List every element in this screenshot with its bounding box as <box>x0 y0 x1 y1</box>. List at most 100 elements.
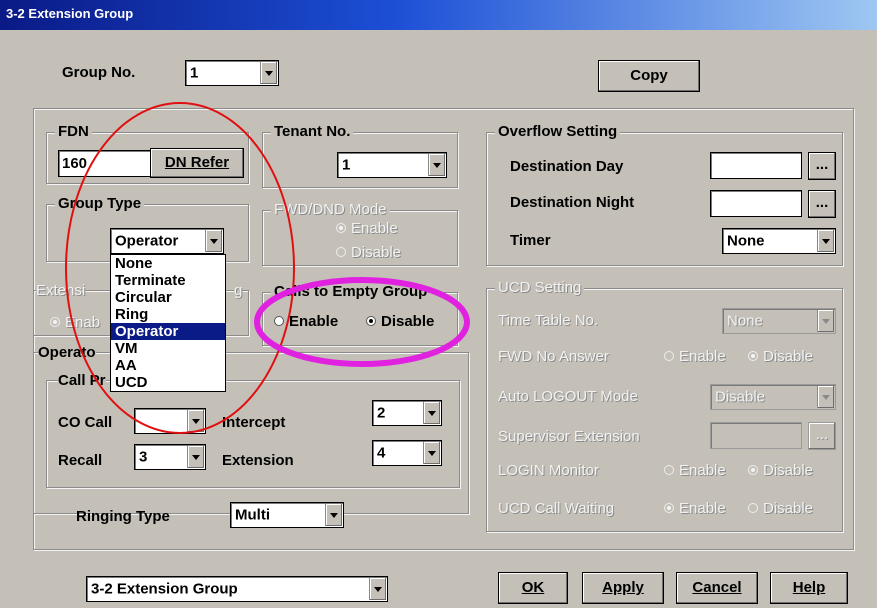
extension-value: 4 <box>377 444 386 462</box>
dest-day-input[interactable] <box>710 152 802 179</box>
chevron-down-icon[interactable] <box>369 578 386 600</box>
group-type-option[interactable]: UCD <box>111 374 225 391</box>
radio-icon <box>274 316 284 326</box>
copy-button-label: Copy <box>630 67 668 84</box>
timer-select[interactable]: None <box>722 228 836 254</box>
fwd-dnd-enable-radio[interactable]: Enable <box>336 220 398 237</box>
call-priority-legend: Call Pr <box>58 372 106 389</box>
fwd-dnd-enable-label: Enable <box>351 220 398 237</box>
supervisor-input[interactable] <box>710 422 802 449</box>
apply-button[interactable]: Apply <box>582 572 664 604</box>
dn-refer-label: DN Refer <box>164 154 230 171</box>
calls-empty-enable-label: Enable <box>289 313 339 330</box>
dest-night-label: Destination Night <box>510 194 635 211</box>
ringing-type-value: Multi <box>235 506 270 524</box>
ok-label: OK <box>521 579 545 596</box>
fwd-dnd-disable-label: Disable <box>351 244 402 261</box>
fwd-no-answer-label: FWD No Answer <box>498 348 609 365</box>
ucd-call-waiting-label: UCD Call Waiting <box>498 500 615 517</box>
radio-icon <box>366 316 376 326</box>
chevron-down-icon[interactable] <box>428 154 445 176</box>
fwd-dnd-legend: FWD/DND Mode <box>271 201 390 219</box>
extension-legend: Extensi <box>36 282 86 299</box>
time-table-select[interactable]: None <box>722 308 836 334</box>
chevron-down-icon[interactable] <box>205 230 222 252</box>
calls-empty-disable-radio[interactable]: Disable <box>366 313 434 330</box>
copy-button[interactable]: Copy <box>598 60 700 92</box>
group-no-label: Group No. <box>62 64 136 81</box>
dialog-selector[interactable]: 3-2 Extension Group <box>86 576 388 602</box>
co-call-label: CO Call <box>58 414 113 431</box>
radio-icon <box>50 317 60 327</box>
chevron-down-icon[interactable] <box>260 62 277 84</box>
fwd-dnd-disable-radio[interactable]: Disable <box>336 244 401 261</box>
dest-day-label: Destination Day <box>510 158 624 175</box>
timer-label: Timer <box>510 232 551 249</box>
login-monitor-label: LOGIN Monitor <box>498 462 599 479</box>
dest-night-browse-button[interactable]: ... <box>808 190 836 218</box>
timer-value: None <box>727 232 765 250</box>
time-table-value: None <box>727 312 763 330</box>
auto-logout-select[interactable]: Disable <box>710 384 836 410</box>
ringing-type-select[interactable]: Multi <box>230 502 344 528</box>
extension-select[interactable]: 4 <box>372 440 442 466</box>
group-type-option[interactable]: Terminate <box>111 272 225 289</box>
group-type-option[interactable]: None <box>111 255 225 272</box>
browse-label: ... <box>815 426 829 443</box>
fwd-no-answer-disable-radio[interactable]: Disable <box>748 348 813 365</box>
recall-select[interactable]: 3 <box>134 444 206 470</box>
fdn-input[interactable]: 160 <box>58 150 151 177</box>
help-button[interactable]: Help <box>770 572 848 604</box>
chevron-down-icon[interactable] <box>423 442 440 464</box>
radio-icon <box>664 503 674 513</box>
group-type-option[interactable]: Ring <box>111 306 225 323</box>
ucd-call-waiting-enable-radio[interactable]: Enable <box>664 500 726 517</box>
calls-empty-legend: Calls to Empty Group <box>271 283 431 301</box>
ok-button[interactable]: OK <box>498 572 568 604</box>
enable-label: Enable <box>679 462 726 479</box>
calls-empty-disable-label: Disable <box>381 313 435 330</box>
intercept-value: 2 <box>377 404 386 422</box>
dn-refer-button[interactable]: DN Refer <box>150 148 244 178</box>
group-type-dropdown-list[interactable]: None Terminate Circular Ring Operator VM AA UCD <box>110 254 226 392</box>
radio-icon <box>336 223 346 233</box>
fwd-no-answer-enable-radio[interactable]: Enable <box>664 348 726 365</box>
chevron-down-icon[interactable] <box>325 504 342 526</box>
chevron-down-icon[interactable] <box>817 230 834 252</box>
chevron-down-icon[interactable] <box>817 386 834 408</box>
chevron-down-icon[interactable] <box>423 402 440 424</box>
tenant-select[interactable]: 1 <box>337 152 447 178</box>
group-no-value: 1 <box>190 64 199 82</box>
supervisor-browse-button[interactable]: ... <box>808 422 836 450</box>
intercept-select[interactable]: 2 <box>372 400 442 426</box>
help-label: Help <box>792 579 826 596</box>
radio-icon <box>336 247 346 257</box>
login-monitor-disable-radio[interactable]: Disable <box>748 462 813 479</box>
radio-icon <box>664 465 674 475</box>
chevron-down-icon[interactable] <box>187 446 204 468</box>
cancel-button[interactable]: Cancel <box>676 572 758 604</box>
ucd-call-waiting-disable-radio[interactable]: Disable <box>748 500 813 517</box>
supervisor-label: Supervisor Extension <box>498 428 640 445</box>
group-type-option[interactable]: Circular <box>111 289 225 306</box>
group-type-option[interactable]: AA <box>111 357 225 374</box>
co-call-select[interactable] <box>134 408 206 434</box>
calls-empty-enable-radio[interactable]: Enable <box>274 313 338 330</box>
group-type-select[interactable]: Operator <box>110 228 224 254</box>
enable-label: Enable <box>679 500 726 517</box>
radio-icon <box>748 465 758 475</box>
auto-logout-label: Auto LOGOUT Mode <box>498 388 638 405</box>
extension-enable-label: Enab <box>65 314 101 331</box>
chevron-down-icon[interactable] <box>817 310 834 332</box>
group-no-select[interactable]: 1 <box>185 60 279 86</box>
dest-night-input[interactable] <box>710 190 802 217</box>
extension-enable-radio[interactable]: Enab <box>50 314 100 331</box>
chevron-down-icon[interactable] <box>187 410 204 432</box>
group-type-option[interactable]: Operator <box>111 323 225 340</box>
login-monitor-enable-radio[interactable]: Enable <box>664 462 726 479</box>
group-type-option[interactable]: VM <box>111 340 225 357</box>
cancel-label: Cancel <box>692 579 742 596</box>
dest-day-browse-button[interactable]: ... <box>808 152 836 180</box>
apply-label: Apply <box>602 579 644 596</box>
title-bar[interactable]: 3-2 Extension Group <box>0 0 877 30</box>
